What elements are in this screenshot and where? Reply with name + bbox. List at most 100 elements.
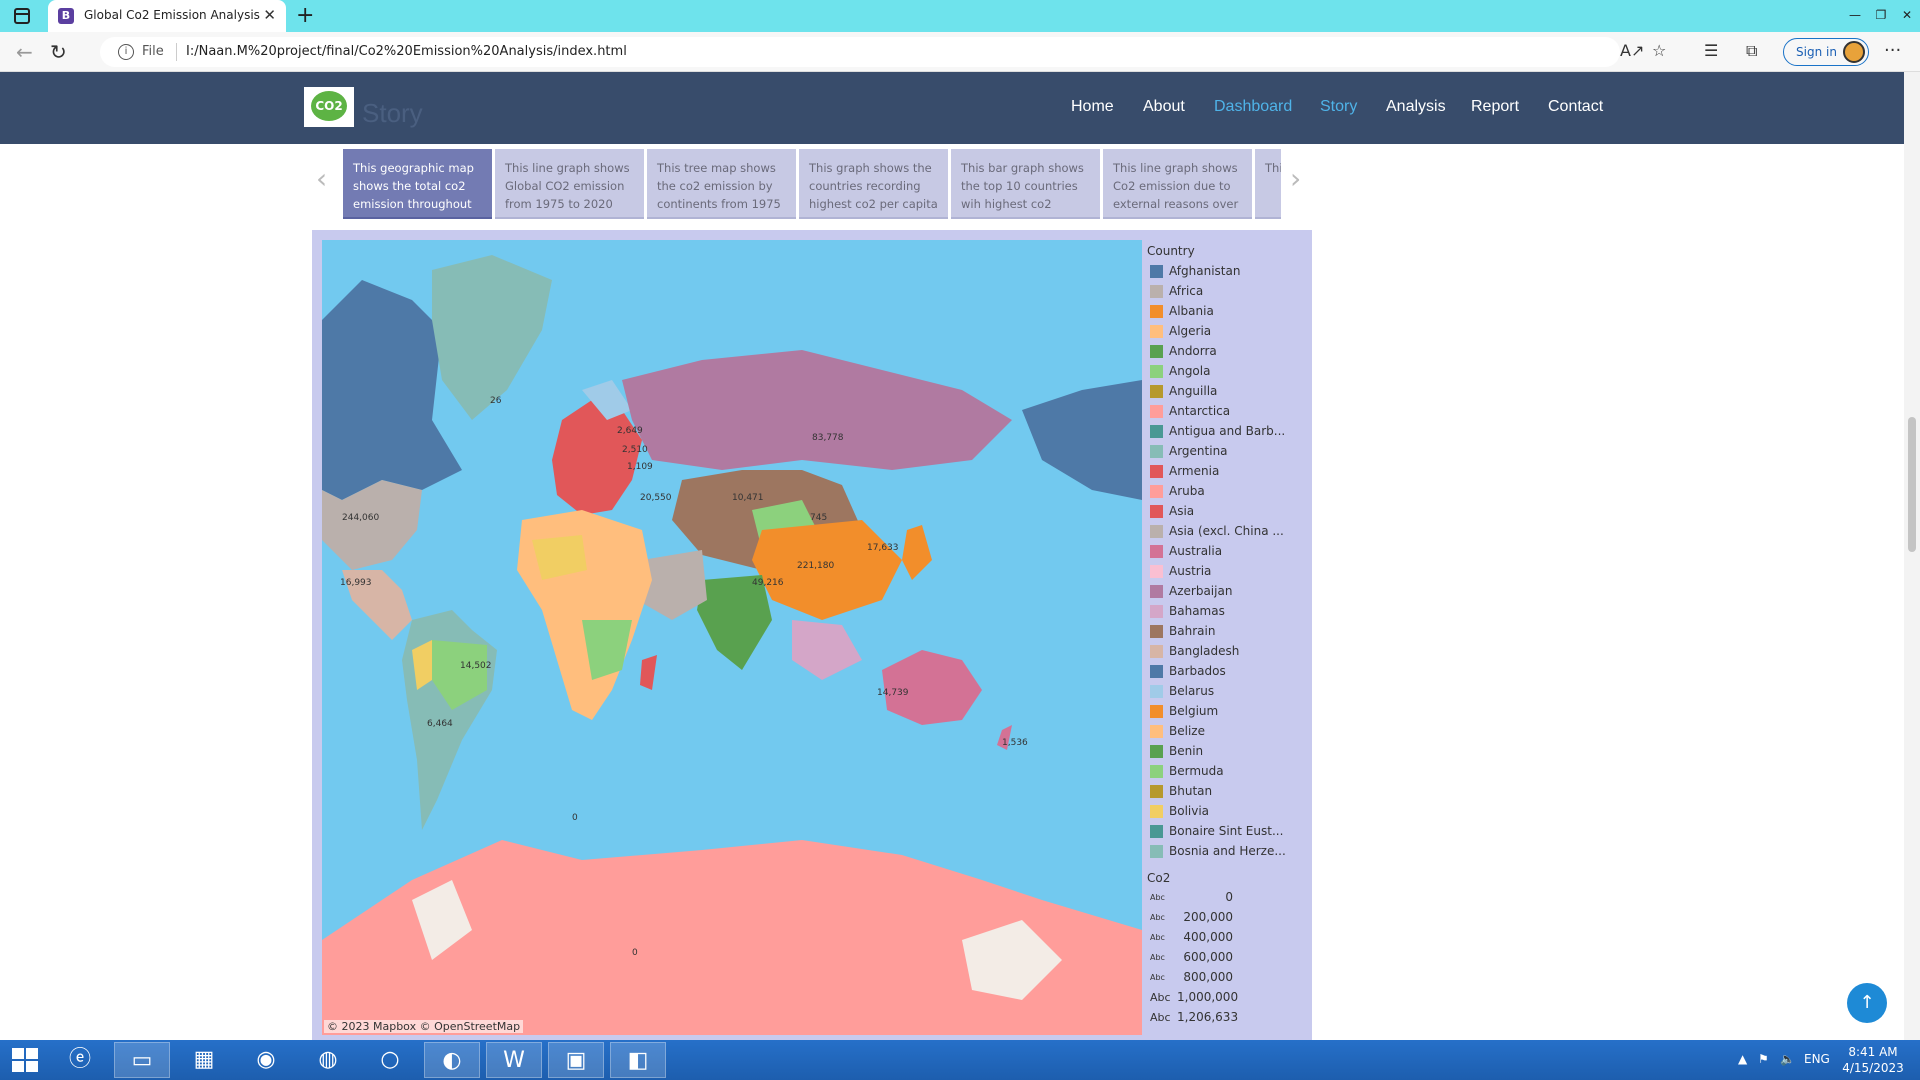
co2-legend-item[interactable]: Abc 600,000: [1147, 947, 1307, 967]
legend-item[interactable]: Australia: [1147, 541, 1307, 561]
legend-item[interactable]: Asia: [1147, 501, 1307, 521]
story-point-4[interactable]: This graph shows the countries recording…: [799, 149, 948, 219]
favorite-add-icon[interactable]: ☆: [1652, 41, 1666, 60]
minimize-icon[interactable]: —: [1842, 0, 1868, 32]
co2-legend-item[interactable]: Abc 1,000,000: [1147, 987, 1307, 1007]
scrollbar-thumb[interactable]: [1908, 417, 1916, 552]
word-icon[interactable]: W: [486, 1042, 542, 1078]
chrome-icon[interactable]: ◉: [238, 1042, 294, 1078]
edge-icon[interactable]: ◐: [424, 1042, 480, 1078]
favorites-icon[interactable]: ☰: [1704, 41, 1718, 60]
legend-item[interactable]: Bermuda: [1147, 761, 1307, 781]
map-attribution[interactable]: © 2023 Mapbox © OpenStreetMap: [324, 1020, 524, 1033]
tray-overflow-icon[interactable]: ▲: [1738, 1052, 1747, 1066]
back-icon[interactable]: ←: [16, 40, 33, 64]
legend-item[interactable]: Antarctica: [1147, 401, 1307, 421]
tab-favicon-icon: B: [58, 8, 74, 24]
story-point-5[interactable]: This bar graph shows the top 10 countrie…: [951, 149, 1100, 219]
legend-label: Bahamas: [1169, 604, 1225, 618]
close-window-icon[interactable]: ✕: [1894, 0, 1920, 32]
opera-icon[interactable]: ○: [362, 1042, 418, 1078]
firefox-icon[interactable]: ◍: [300, 1042, 356, 1078]
nav-analysis[interactable]: Analysis: [1386, 98, 1446, 116]
refresh-icon[interactable]: ↻: [50, 40, 67, 64]
legend-swatch: [1150, 604, 1163, 618]
photos-icon[interactable]: ▣: [548, 1042, 604, 1078]
story-point-7[interactable]: This the to: [1255, 149, 1281, 219]
legend-item[interactable]: Algeria: [1147, 321, 1307, 341]
nav-dashboard[interactable]: Dashboard: [1214, 98, 1292, 116]
store-icon[interactable]: ▦: [176, 1042, 232, 1078]
legend-item[interactable]: Bhutan: [1147, 781, 1307, 801]
new-tab-icon[interactable]: +: [296, 3, 314, 28]
legend-item[interactable]: Bolivia: [1147, 801, 1307, 821]
internet-explorer-icon[interactable]: ⓔ: [52, 1042, 108, 1078]
legend-item[interactable]: Belgium: [1147, 701, 1307, 721]
story-next-icon[interactable]: ›: [1290, 162, 1301, 195]
scroll-to-top-button[interactable]: ↑: [1847, 983, 1887, 1023]
legend-item[interactable]: Armenia: [1147, 461, 1307, 481]
browser-tab[interactable]: B Global Co2 Emission Analysis ✕: [48, 0, 286, 32]
co2-legend-item[interactable]: Abc 400,000: [1147, 927, 1307, 947]
read-aloud-icon[interactable]: A↗: [1620, 41, 1644, 60]
more-options-icon[interactable]: ···: [1884, 40, 1901, 61]
url-text[interactable]: I:/Naan.M%20project/final/Co2%20Emission…: [186, 44, 627, 59]
co2-legend-item[interactable]: Abc 1,206,633: [1147, 1007, 1307, 1027]
legend-item[interactable]: Bangladesh: [1147, 641, 1307, 661]
story-prev-icon[interactable]: ‹: [316, 162, 327, 195]
legend-item[interactable]: Angola: [1147, 361, 1307, 381]
story-point-2[interactable]: This line graph shows Global CO2 emissio…: [495, 149, 644, 219]
system-clock[interactable]: 8:41 AM 4/15/2023: [1838, 1044, 1908, 1076]
legend-item[interactable]: Belarus: [1147, 681, 1307, 701]
nav-story[interactable]: Story: [1320, 98, 1357, 116]
address-bar[interactable]: i File I:/Naan.M%20project/final/Co2%20E…: [100, 37, 1620, 67]
nav-about[interactable]: About: [1143, 98, 1185, 116]
office-icon[interactable]: ◧: [610, 1042, 666, 1078]
collections-icon[interactable]: ⧉: [1746, 41, 1757, 61]
legend-item[interactable]: Andorra: [1147, 341, 1307, 361]
story-point-6[interactable]: This line graph shows Co2 emission due t…: [1103, 149, 1252, 219]
story-point-3[interactable]: This tree map shows the co2 emission by …: [647, 149, 796, 219]
legend-swatch: [1150, 504, 1163, 518]
legend-item[interactable]: Asia (excl. China ...: [1147, 521, 1307, 541]
legend-item[interactable]: Africa: [1147, 281, 1307, 301]
map-label: 1,536: [1002, 738, 1028, 748]
co2-legend-value: 800,000: [1183, 970, 1233, 984]
sign-in-button[interactable]: Sign in: [1783, 38, 1869, 66]
info-icon[interactable]: i: [118, 44, 134, 60]
tab-actions-icon[interactable]: [14, 8, 30, 24]
page-scrollbar[interactable]: [1904, 72, 1920, 1040]
restore-icon[interactable]: ❐: [1868, 0, 1894, 32]
legend-item[interactable]: Afghanistan: [1147, 261, 1307, 281]
legend-item[interactable]: Argentina: [1147, 441, 1307, 461]
legend-item[interactable]: Austria: [1147, 561, 1307, 581]
web-page: CO2 Story Home About Dashboard Story Ana…: [0, 72, 1904, 1040]
nav-report[interactable]: Report: [1471, 98, 1519, 116]
legend-item[interactable]: Antigua and Barb...: [1147, 421, 1307, 441]
co2-legend-item[interactable]: Abc 0: [1147, 887, 1307, 907]
legend-item[interactable]: Albania: [1147, 301, 1307, 321]
legend-item[interactable]: Anguilla: [1147, 381, 1307, 401]
co2-legend-item[interactable]: Abc 200,000: [1147, 907, 1307, 927]
legend-item[interactable]: Aruba: [1147, 481, 1307, 501]
file-explorer-icon[interactable]: ▭: [114, 1042, 170, 1078]
legend-item[interactable]: Bonaire Sint Eust...: [1147, 821, 1307, 841]
site-logo[interactable]: CO2: [304, 87, 354, 127]
flag-icon[interactable]: ⚑: [1758, 1052, 1769, 1066]
nav-contact[interactable]: Contact: [1548, 98, 1603, 116]
legend-item[interactable]: Azerbaijan: [1147, 581, 1307, 601]
legend-item[interactable]: Benin: [1147, 741, 1307, 761]
language-indicator[interactable]: ENG: [1804, 1052, 1830, 1066]
legend-item[interactable]: Bosnia and Herze...: [1147, 841, 1307, 861]
legend-item[interactable]: Bahrain: [1147, 621, 1307, 641]
legend-item[interactable]: Belize: [1147, 721, 1307, 741]
nav-home[interactable]: Home: [1071, 98, 1114, 116]
legend-item[interactable]: Bahamas: [1147, 601, 1307, 621]
windows-start-icon[interactable]: [12, 1048, 38, 1072]
co2-legend-item[interactable]: Abc 800,000: [1147, 967, 1307, 987]
legend-item[interactable]: Barbados: [1147, 661, 1307, 681]
tab-close-icon[interactable]: ✕: [263, 6, 276, 24]
volume-icon[interactable]: 🔈: [1780, 1052, 1795, 1066]
story-point-1[interactable]: This geographic map shows the total co2 …: [343, 149, 492, 219]
world-map[interactable]: 83,778 26 244,060 221,180 14,739 14,502 …: [322, 240, 1142, 1035]
